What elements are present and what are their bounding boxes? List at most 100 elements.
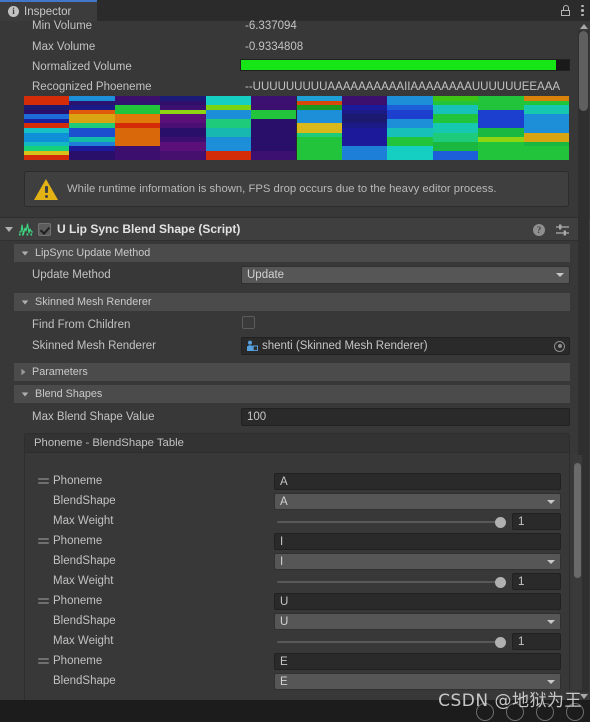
phoneme-grid-cell bbox=[387, 155, 433, 160]
section-parameters[interactable]: Parameters bbox=[14, 363, 570, 381]
section-skinned-mesh-renderer[interactable]: Skinned Mesh Renderer bbox=[14, 293, 570, 311]
mute-icon bbox=[476, 703, 494, 721]
max-weight-input-0[interactable]: 1 bbox=[512, 513, 561, 530]
table-list-scrollbar[interactable] bbox=[573, 455, 582, 690]
row-drag-handle[interactable] bbox=[38, 598, 49, 606]
preset-icon[interactable] bbox=[556, 224, 569, 236]
max-weight-label: Max Weight bbox=[53, 635, 114, 647]
chevron-down-icon bbox=[556, 273, 564, 277]
phoneme-spectrum-grid bbox=[24, 96, 569, 160]
max-weight-input-2[interactable]: 1 bbox=[512, 633, 561, 650]
phoneme-label: Phoneme bbox=[53, 475, 103, 487]
object-picker-icon[interactable] bbox=[554, 340, 565, 352]
component-header-tools: ? bbox=[533, 218, 583, 242]
max-weight-input-1[interactable]: 1 bbox=[512, 573, 561, 590]
component-title: U Lip Sync Blend Shape (Script) bbox=[57, 222, 241, 236]
row-drag-handle[interactable] bbox=[38, 538, 49, 546]
max-weight-slider-2[interactable] bbox=[277, 635, 506, 649]
row-drag-handle[interactable] bbox=[38, 658, 49, 666]
skinned-mesh-renderer-icon bbox=[246, 340, 259, 352]
max-blend-shape-value-input[interactable]: 100 bbox=[241, 408, 570, 426]
phoneme-grid-cell bbox=[523, 155, 569, 160]
phoneme-input-2[interactable]: U bbox=[274, 593, 561, 610]
component-enabled-checkbox[interactable] bbox=[38, 222, 51, 236]
chevron-down-icon bbox=[547, 679, 555, 684]
max-weight-slider-1[interactable] bbox=[277, 575, 506, 589]
skinned-mesh-renderer-label: Skinned Mesh Renderer bbox=[32, 340, 157, 352]
table-list-scrollbar-thumb[interactable] bbox=[574, 463, 581, 578]
slider-track bbox=[277, 521, 506, 523]
phoneme-grid-column bbox=[387, 96, 433, 160]
section-lipsync-update-method[interactable]: LipSync Update Method bbox=[14, 244, 570, 262]
slider-track bbox=[277, 641, 506, 643]
min-volume-value: -6.337094 bbox=[245, 20, 297, 32]
blendshape-label: BlendShape bbox=[53, 495, 116, 507]
phoneme-input-1[interactable]: I bbox=[274, 533, 561, 550]
phoneme-grid-column bbox=[478, 96, 524, 160]
skinned-mesh-renderer-object-field[interactable]: shenti (Skinned Mesh Renderer) bbox=[241, 337, 570, 355]
phoneme-grid-column bbox=[160, 96, 206, 160]
chevron-down-icon bbox=[21, 391, 29, 397]
phoneme-grid-cell bbox=[205, 155, 252, 160]
inspector-scrollbar-thumb[interactable] bbox=[579, 31, 588, 111]
phoneme-grid-cell bbox=[160, 155, 206, 160]
slider-knob[interactable] bbox=[495, 517, 506, 528]
chevron-right-icon bbox=[21, 368, 26, 376]
tab-inspector[interactable]: i Inspector bbox=[0, 0, 97, 21]
component-foldout-toggle[interactable] bbox=[0, 217, 18, 241]
section-blend-shapes[interactable]: Blend Shapes bbox=[14, 385, 570, 403]
blendshape-label: BlendShape bbox=[53, 615, 116, 627]
min-volume-label: Min Volume bbox=[32, 20, 93, 32]
kebab-menu-icon[interactable] bbox=[581, 4, 584, 17]
inspector-tab-tools bbox=[561, 0, 584, 21]
update-method-dropdown[interactable]: Update bbox=[241, 266, 570, 284]
phoneme-grid-cell bbox=[114, 155, 161, 160]
check-circle-icon bbox=[566, 703, 584, 721]
phoneme-grid-column bbox=[296, 96, 342, 160]
lock-open-icon[interactable] bbox=[561, 5, 570, 16]
phoneme-label: Phoneme bbox=[53, 595, 103, 607]
row-drag-handle[interactable] bbox=[38, 478, 49, 486]
runtime-warning-text: While runtime information is shown, FPS … bbox=[67, 182, 497, 195]
update-method-label: Update Method bbox=[32, 269, 111, 281]
chevron-down-icon bbox=[547, 499, 555, 504]
find-from-children-checkbox[interactable] bbox=[242, 316, 255, 329]
phoneme-grid-column bbox=[24, 96, 70, 160]
find-from-children-label: Find From Children bbox=[32, 319, 131, 331]
normalized-volume-label: Normalized Volume bbox=[32, 61, 132, 73]
phoneme-blendshape-table-title: Phoneme - BlendShape Table bbox=[25, 434, 569, 453]
phoneme-grid-column bbox=[69, 96, 115, 160]
component-header-ulipsync-blendshape[interactable]: U Lip Sync Blend Shape (Script) ? bbox=[0, 217, 590, 241]
phoneme-grid-cell bbox=[432, 155, 479, 160]
phoneme-grid-cell bbox=[69, 155, 115, 160]
phoneme-input-0[interactable]: A bbox=[274, 473, 561, 490]
phoneme-label: Phoneme bbox=[53, 535, 103, 547]
blendshape-dropdown-1[interactable]: I bbox=[274, 553, 561, 570]
table-title-text: Phoneme - BlendShape Table bbox=[34, 437, 184, 449]
warning-icon bbox=[34, 178, 58, 200]
phoneme-input-3[interactable]: E bbox=[274, 653, 561, 670]
info-icon: i bbox=[8, 6, 19, 17]
phoneme-grid-cell bbox=[341, 155, 388, 160]
scroll-up-arrow-icon[interactable] bbox=[579, 24, 588, 29]
max-weight-label: Max Weight bbox=[53, 575, 114, 587]
normalized-volume-bar bbox=[240, 59, 570, 71]
phoneme-grid-cell bbox=[24, 155, 70, 160]
blendshape-dropdown-2[interactable]: U bbox=[274, 613, 561, 630]
script-waveform-icon bbox=[18, 221, 34, 237]
phoneme-grid-column bbox=[251, 96, 297, 160]
max-volume-label: Max Volume bbox=[32, 41, 96, 53]
blendshape-dropdown-0[interactable]: A bbox=[274, 493, 561, 510]
blendshape-value: A bbox=[280, 495, 288, 508]
help-icon[interactable]: ? bbox=[533, 224, 545, 236]
phoneme-grid-column bbox=[114, 96, 161, 160]
slider-knob[interactable] bbox=[495, 637, 506, 648]
slider-knob[interactable] bbox=[495, 577, 506, 588]
hand-icon bbox=[506, 703, 524, 721]
slider-track bbox=[277, 581, 506, 583]
max-weight-slider-0[interactable] bbox=[277, 515, 506, 529]
phoneme-grid-column bbox=[432, 96, 479, 160]
blendshape-label: BlendShape bbox=[53, 555, 116, 567]
skinned-mesh-renderer-value: shenti (Skinned Mesh Renderer) bbox=[262, 340, 428, 352]
recognized-phoneme-label: Recognized Phoeneme bbox=[32, 81, 152, 93]
